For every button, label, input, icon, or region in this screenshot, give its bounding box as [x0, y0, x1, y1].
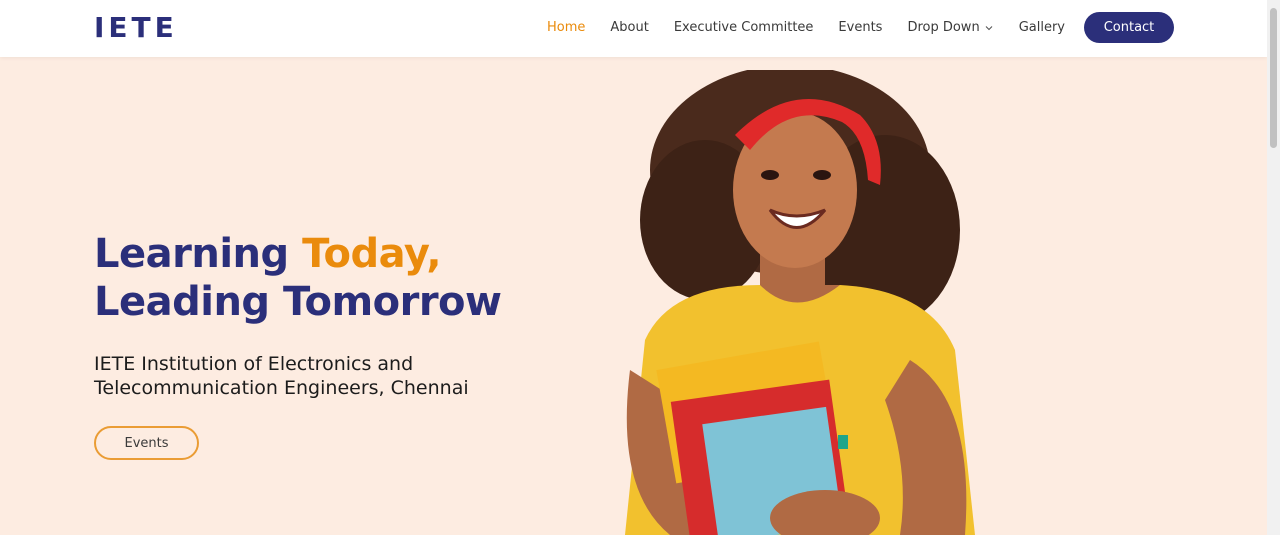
left-eye: [761, 170, 779, 180]
nav-item-gallery[interactable]: Gallery: [1019, 20, 1065, 35]
page-scrollbar[interactable]: [1267, 0, 1280, 535]
contact-button[interactable]: Contact: [1084, 12, 1174, 43]
site-logo[interactable]: IETE: [94, 11, 178, 44]
hero-student-image: [625, 70, 975, 535]
site-header: IETE Home About Executive Committee Even…: [0, 0, 1267, 57]
right-eye: [813, 170, 831, 180]
nav-item-events[interactable]: Events: [838, 20, 882, 35]
hero-title-accent: Today,: [302, 231, 442, 277]
nav-item-executive-committee[interactable]: Executive Committee: [674, 20, 814, 35]
bookmark-tab: [838, 435, 848, 449]
hero-title: Learning Today, Leading Tomorrow: [94, 230, 502, 326]
nav-item-drop-down[interactable]: Drop Down: [907, 20, 993, 35]
scrollbar-thumb[interactable]: [1270, 8, 1277, 148]
hero-subtitle: IETE Institution of Electronics and Tele…: [94, 353, 469, 399]
main-nav: Home About Executive Committee Events Dr…: [547, 12, 1174, 43]
hero-title-part1: Learning: [94, 231, 303, 277]
nav-item-home[interactable]: Home: [547, 20, 585, 35]
chevron-down-icon: [985, 25, 993, 30]
events-button[interactable]: Events: [94, 426, 199, 460]
nav-item-drop-down-label: Drop Down: [907, 20, 980, 35]
nav-item-about[interactable]: About: [610, 20, 648, 35]
hero-title-line2: Leading Tomorrow: [94, 279, 502, 325]
